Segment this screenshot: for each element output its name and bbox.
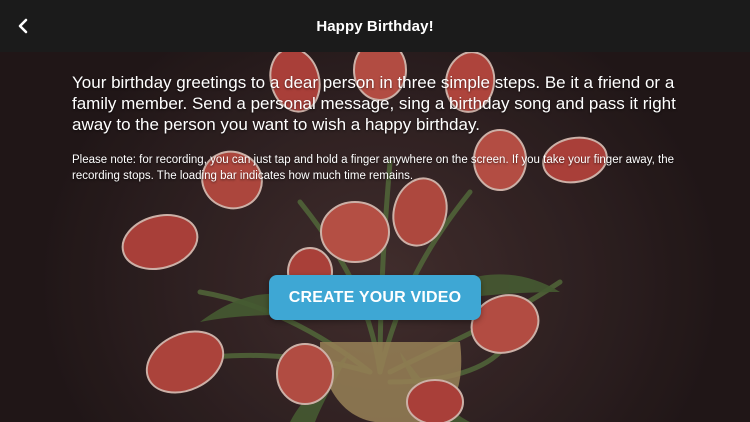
create-video-button[interactable]: CREATE YOUR VIDEO — [269, 275, 481, 320]
chevron-left-icon — [18, 18, 28, 34]
birthday-intro-screen: Happy Birthday! Your birthday greetings … — [0, 0, 750, 422]
recording-note: Please note: for recording, you can just… — [72, 154, 674, 182]
back-button[interactable] — [8, 10, 38, 42]
page-title: Happy Birthday! — [316, 17, 434, 35]
intro-text: Your birthday greetings to a dear person… — [72, 73, 676, 134]
top-navigation-bar: Happy Birthday! — [0, 0, 750, 52]
